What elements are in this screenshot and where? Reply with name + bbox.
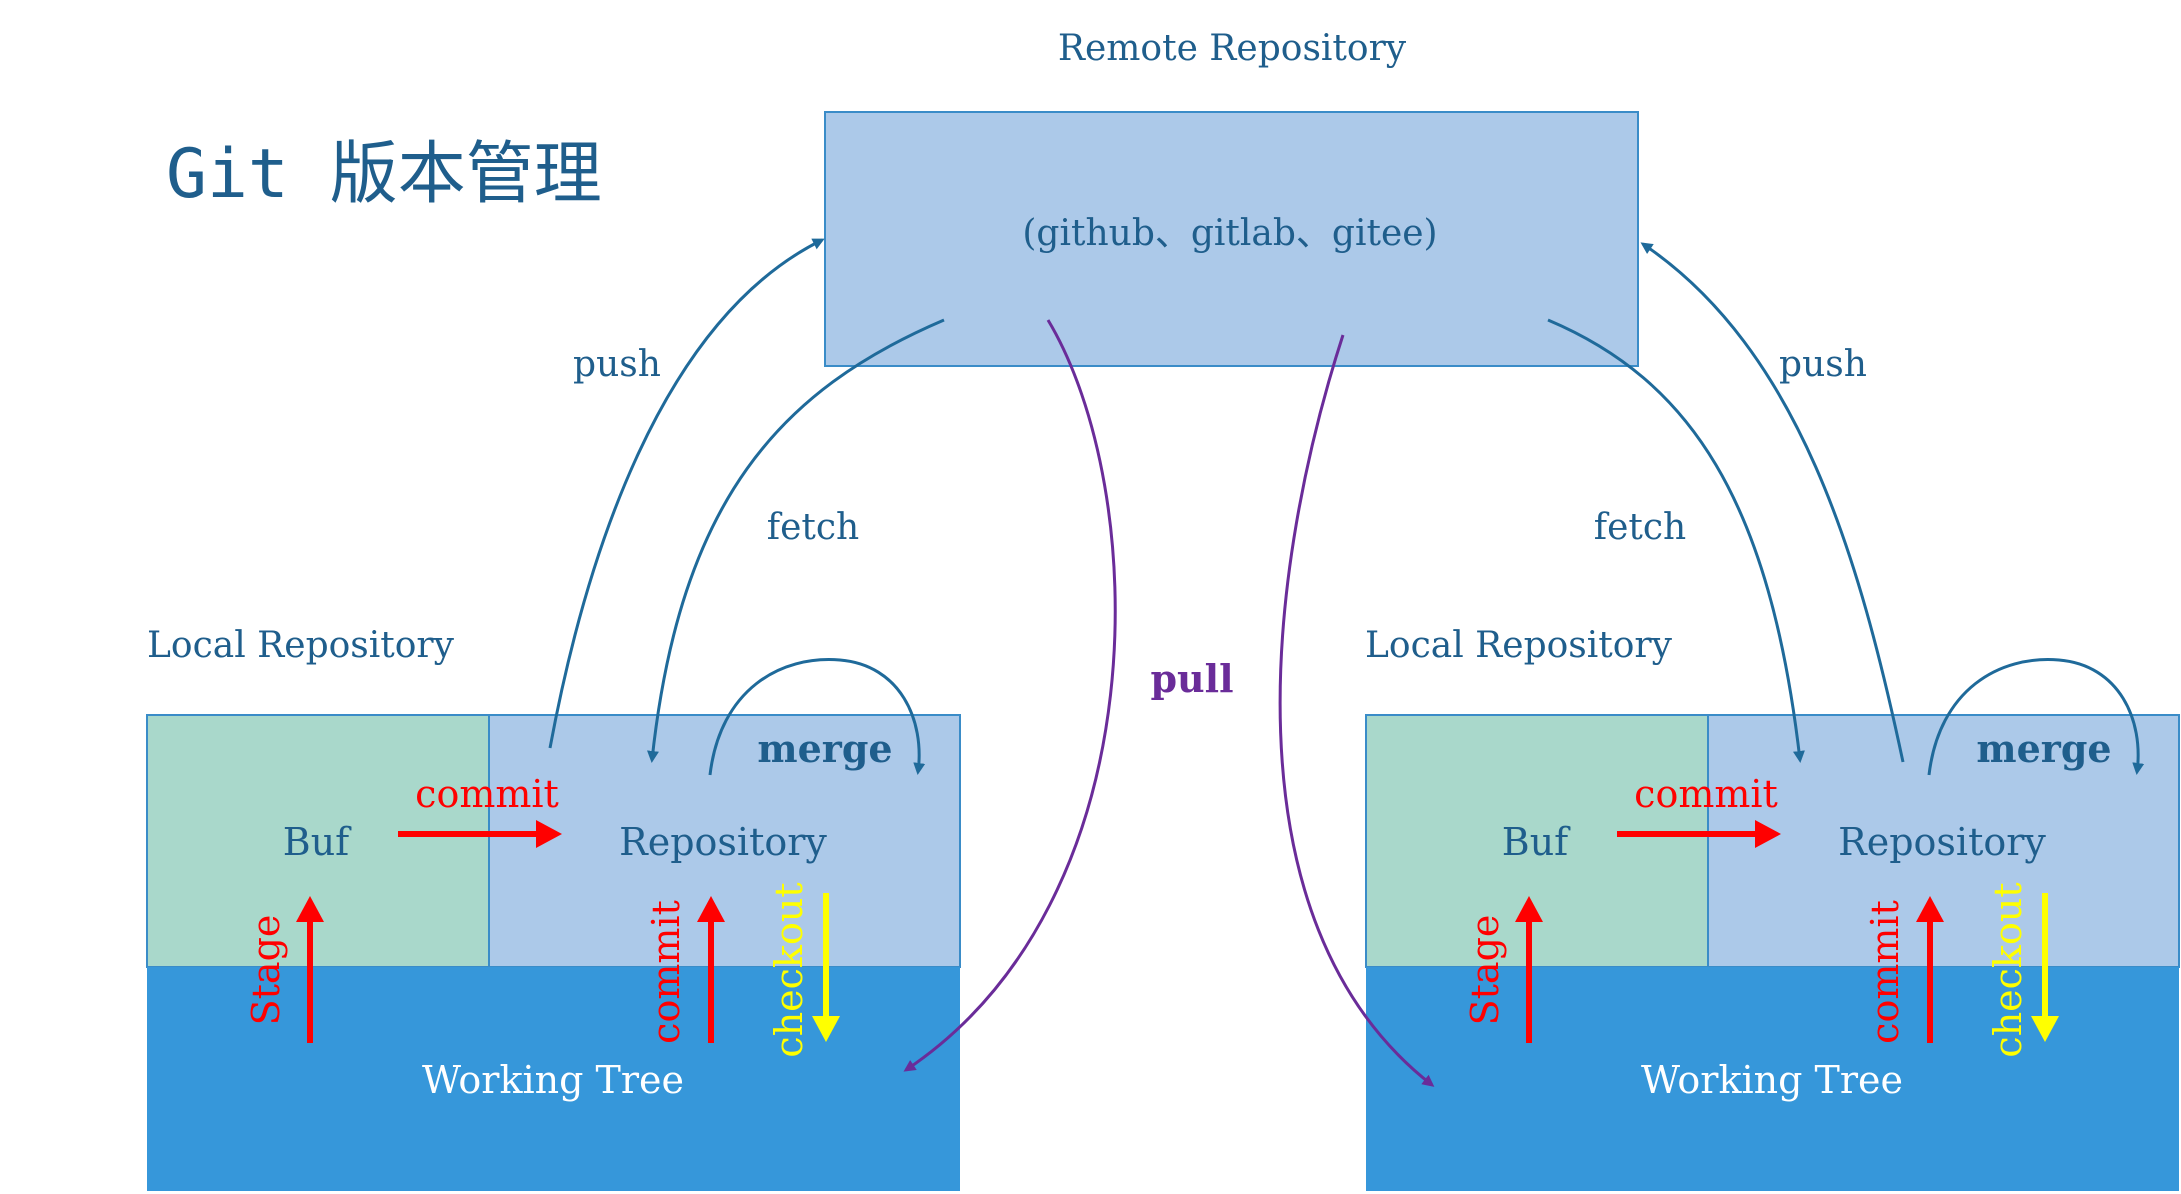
git-diagram: Git 版本管理 Remote Repository (github、gitla… bbox=[146, 28, 2180, 1191]
right-push-label: push bbox=[1779, 344, 1867, 385]
right-checkout-label: checkout bbox=[1986, 882, 2030, 1057]
left-commit-label: commit bbox=[415, 772, 559, 816]
right-fetch-label: fetch bbox=[1594, 507, 1686, 548]
left-working-tree-label: Working Tree bbox=[422, 1058, 684, 1102]
left-push-arrow bbox=[548, 238, 825, 749]
left-push-label: push bbox=[573, 344, 661, 385]
right-merge-label: merge bbox=[1976, 726, 2111, 771]
remote-hosts-label: (github、gitlab、gitee) bbox=[1022, 213, 1437, 254]
right-local-repository-heading: Local Repository bbox=[1365, 625, 1673, 666]
left-repository-label: Repository bbox=[619, 820, 827, 864]
right-repository-label: Repository bbox=[1838, 820, 2046, 864]
left-fetch-label: fetch bbox=[767, 507, 859, 548]
left-checkout-label: checkout bbox=[767, 882, 811, 1057]
right-buf-label: Buf bbox=[1502, 820, 1571, 864]
left-merge-label: merge bbox=[757, 726, 892, 771]
right-stage-label: Stage bbox=[1463, 915, 1507, 1026]
left-buf-label: Buf bbox=[283, 820, 352, 864]
left-stage-label: Stage bbox=[244, 915, 288, 1026]
left-commit-vertical-label: commit bbox=[644, 900, 688, 1044]
right-working-tree-label: Working Tree bbox=[1641, 1058, 1903, 1102]
left-local-repository-heading: Local Repository bbox=[147, 625, 455, 666]
remote-repository-heading: Remote Repository bbox=[1058, 28, 1407, 69]
right-push-arrow bbox=[1640, 242, 1905, 763]
right-commit-vertical-label: commit bbox=[1863, 900, 1907, 1044]
right-commit-label: commit bbox=[1634, 772, 1778, 816]
pull-label: pull bbox=[1150, 656, 1233, 701]
diagram-title: Git 版本管理 bbox=[166, 135, 602, 214]
